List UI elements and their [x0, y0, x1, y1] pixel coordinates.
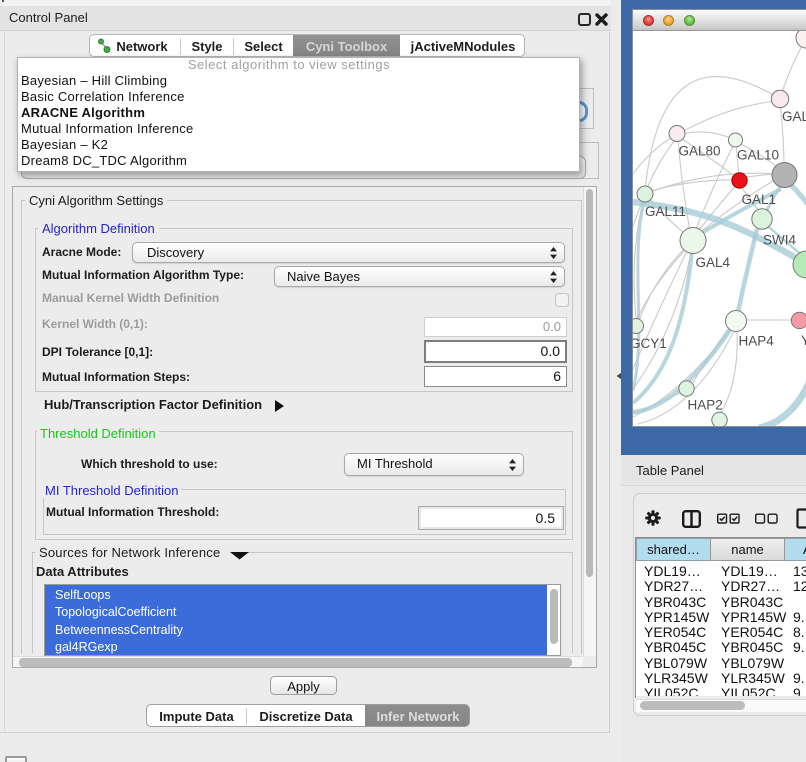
svg-text:Y: Y: [801, 333, 806, 348]
svg-text:GAL10: GAL10: [737, 148, 779, 163]
svg-text:GAL7: GAL7: [782, 109, 806, 124]
svg-text:HAP4: HAP4: [739, 334, 775, 349]
svg-text:GAL1: GAL1: [742, 192, 777, 207]
svg-text:GAL11: GAL11: [645, 204, 686, 219]
svg-text:GAL4: GAL4: [696, 255, 731, 270]
svg-text:GAL80: GAL80: [679, 144, 721, 159]
svg-text:HAP2: HAP2: [688, 398, 723, 413]
svg-text:SWI4: SWI4: [763, 233, 796, 248]
svg-text:GCY1: GCY1: [633, 336, 667, 351]
